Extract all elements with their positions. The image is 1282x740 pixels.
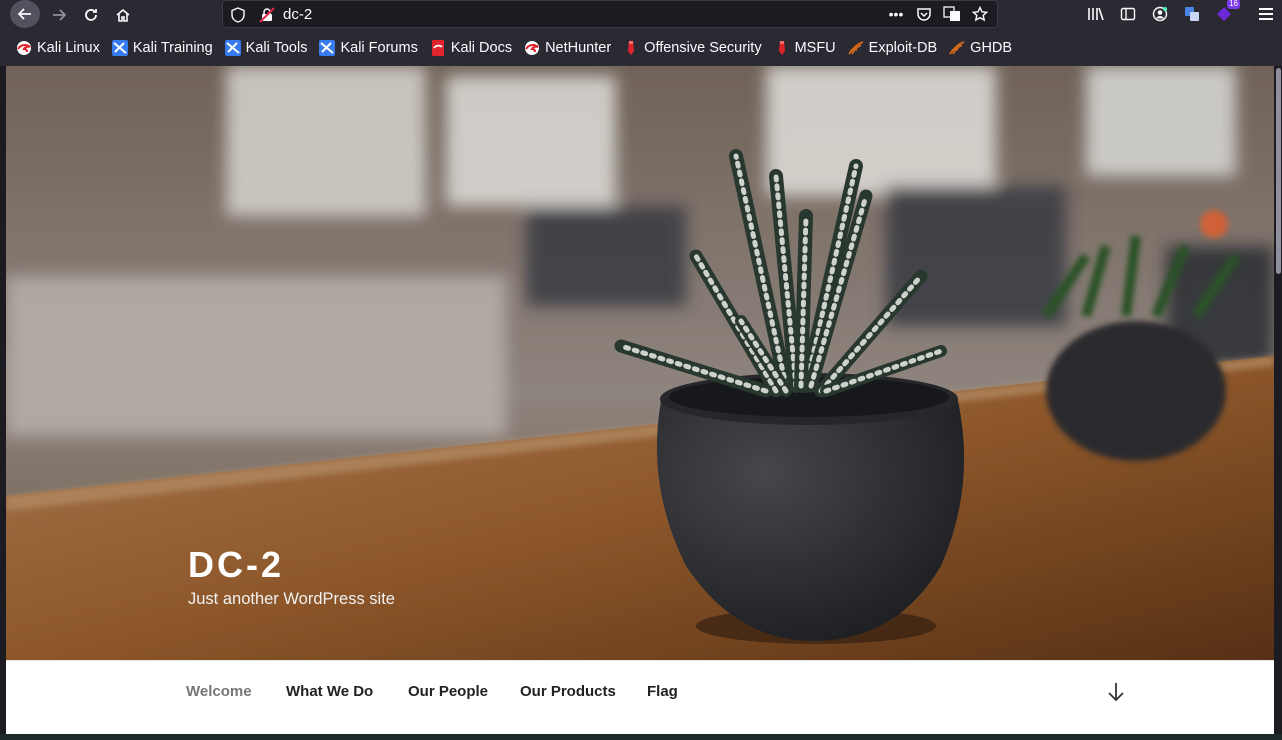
reload-icon xyxy=(85,9,97,21)
account-icon[interactable] xyxy=(1150,4,1170,24)
exploit-db-icon xyxy=(847,41,863,55)
bookmark-label: MSFU xyxy=(794,40,836,56)
extension-badge: 16 xyxy=(1227,0,1240,9)
ghdb-icon xyxy=(949,41,965,55)
bookmark-offensive-security[interactable]: Offensive Security xyxy=(623,40,762,56)
site-description: Just another WordPress site xyxy=(188,590,395,608)
home-button[interactable] xyxy=(108,0,138,30)
kali-docs-icon xyxy=(431,40,444,56)
bookmark-msfu[interactable]: MSFU xyxy=(774,40,836,56)
translate-icon[interactable] xyxy=(943,5,961,23)
bookmark-nethunter[interactable]: NetHunter xyxy=(524,40,611,56)
scrollbar-thumb[interactable] xyxy=(1276,68,1281,274)
bookmark-kali-training[interactable]: Kali Training xyxy=(111,40,213,56)
hamburger-menu-icon[interactable] xyxy=(1256,4,1276,24)
sidebar-icon[interactable] xyxy=(1118,4,1138,24)
scroll-down-arrow-icon[interactable] xyxy=(1106,681,1126,703)
bookmark-label: Offensive Security xyxy=(644,40,762,56)
header-image: DC-2 Just another WordPress site xyxy=(6,66,1274,660)
bookmark-exploit-db[interactable]: Exploit-DB xyxy=(847,40,938,56)
msfu-icon xyxy=(778,41,785,55)
nav-item-what-we-do[interactable]: What We Do xyxy=(286,683,373,700)
url-bar[interactable]: dc-2 ••• xyxy=(222,0,998,28)
nethunter-icon xyxy=(525,41,540,55)
insecure-lock-icon[interactable] xyxy=(259,7,275,23)
url-text[interactable]: dc-2 xyxy=(283,6,312,23)
site-navigation: Welcome What We Do Our People Our Produc… xyxy=(6,660,1274,740)
bookmark-label: GHDB xyxy=(970,40,1013,56)
bookmark-star-icon[interactable] xyxy=(971,5,989,23)
web-page: DC-2 Just another WordPress site Welcome… xyxy=(6,66,1274,740)
bookmark-kali-forums[interactable]: Kali Forums xyxy=(319,40,418,56)
library-icon[interactable] xyxy=(1086,4,1106,24)
page-scrollbar[interactable] xyxy=(1274,66,1282,740)
tracking-shield-icon[interactable] xyxy=(231,7,245,23)
bookmark-label: Exploit-DB xyxy=(868,40,938,56)
forward-button[interactable] xyxy=(44,0,74,30)
bookmark-kali-tools[interactable]: Kali Tools xyxy=(224,40,308,56)
home-icon xyxy=(116,8,130,22)
bookmark-kali-linux[interactable]: Kali Linux xyxy=(16,40,100,56)
bookmarks-toolbar: Kali Linux Kali Training Kali Tools Kali… xyxy=(0,30,1282,66)
extension-icon[interactable]: 16 xyxy=(1214,0,1240,24)
arrow-right-icon xyxy=(53,9,67,21)
offsec-icon xyxy=(628,41,635,55)
translate-extension-icon[interactable] xyxy=(1182,4,1202,24)
kali-forums-icon xyxy=(319,40,336,56)
bookmark-kali-docs[interactable]: Kali Docs xyxy=(430,40,512,56)
bookmark-label: Kali Tools xyxy=(245,40,308,56)
bookmark-label: Kali Forums xyxy=(340,40,418,56)
arrow-left-icon xyxy=(17,8,31,20)
nav-item-our-people[interactable]: Our People xyxy=(408,683,488,700)
kali-training-icon xyxy=(111,40,128,56)
nav-item-welcome[interactable]: Welcome xyxy=(186,683,252,700)
bookmark-label: Kali Linux xyxy=(37,40,100,56)
nav-item-our-products[interactable]: Our Products xyxy=(520,683,616,700)
bookmark-label: NetHunter xyxy=(545,40,612,56)
pocket-icon[interactable] xyxy=(915,5,933,23)
bookmark-label: Kali Docs xyxy=(450,40,513,56)
site-title[interactable]: DC-2 xyxy=(188,544,284,586)
reload-button[interactable] xyxy=(76,0,106,30)
kali-tools-icon xyxy=(224,40,241,56)
bookmark-ghdb[interactable]: GHDB xyxy=(949,40,1012,56)
desktop-strip xyxy=(0,734,1282,740)
bookmark-label: Kali Training xyxy=(132,40,213,56)
browser-toolbar: dc-2 ••• 16 xyxy=(0,0,1282,30)
kali-dragon-icon xyxy=(17,41,31,55)
back-button[interactable] xyxy=(10,0,40,28)
nav-item-flag[interactable]: Flag xyxy=(647,683,678,700)
page-actions-icon[interactable]: ••• xyxy=(887,5,905,23)
